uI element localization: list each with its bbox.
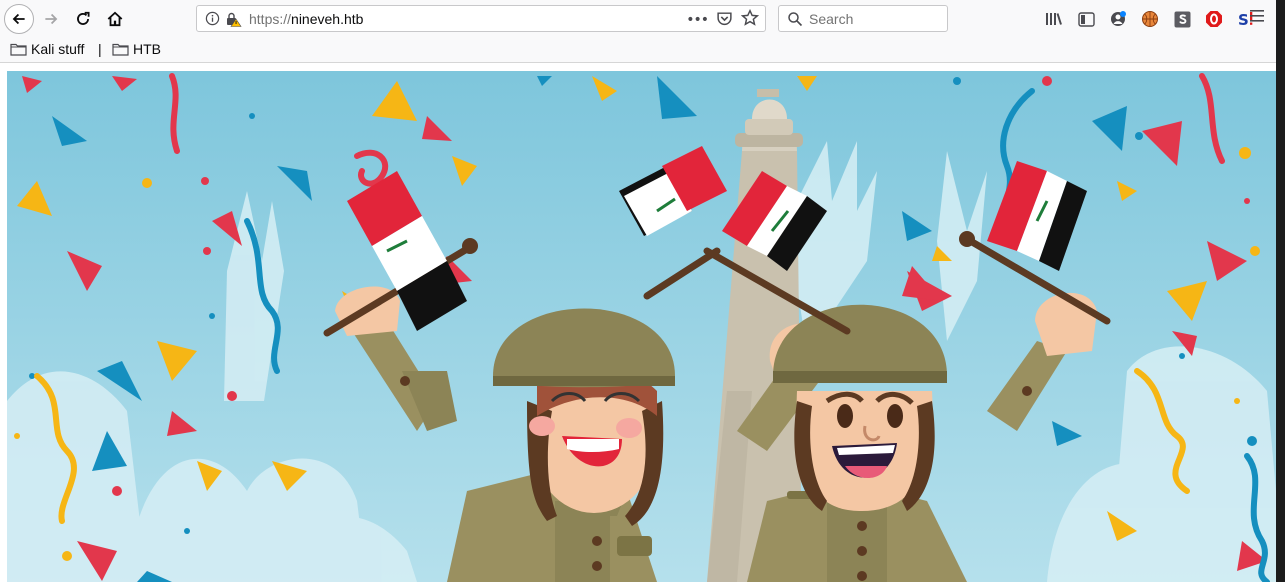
celebration-illustration: [7, 71, 1276, 582]
url-text[interactable]: https://nineveh.htb: [249, 11, 363, 27]
svg-text:S: S: [1238, 11, 1249, 28]
folder-icon: [112, 43, 129, 56]
bookmark-folder-kali-stuff[interactable]: Kali stuff: [10, 41, 84, 57]
page-content: [0, 63, 1285, 582]
info-icon[interactable]: [205, 11, 220, 30]
toolbar-right-icons: S: [1044, 8, 1256, 30]
forward-button[interactable]: [36, 4, 66, 34]
hero-illustration: [7, 71, 1276, 582]
bookmark-folder-htb[interactable]: HTB: [112, 41, 161, 57]
search-placeholder: Search: [809, 11, 854, 27]
extension-adblock-icon[interactable]: [1204, 9, 1224, 29]
url-actions: •••: [686, 8, 760, 31]
sidebar-icon[interactable]: [1076, 9, 1096, 29]
bookmark-star-icon[interactable]: [740, 8, 760, 31]
back-button[interactable]: [4, 4, 34, 34]
pocket-icon[interactable]: [716, 10, 733, 31]
arrow-right-icon: [45, 13, 58, 25]
url-scheme: https://: [249, 11, 292, 27]
url-bar[interactable]: https://nineveh.htb •••: [196, 5, 766, 32]
page-actions-menu-button[interactable]: •••: [686, 12, 709, 28]
home-icon: [107, 11, 123, 27]
adjacent-terminal-edge: [1276, 0, 1285, 582]
home-button[interactable]: [100, 4, 130, 34]
search-bar[interactable]: Search: [778, 5, 948, 32]
reload-icon: [77, 11, 90, 25]
library-icon[interactable]: [1044, 9, 1064, 29]
hamburger-menu-icon: [1250, 10, 1264, 22]
hamburger-menu-button[interactable]: [1250, 8, 1270, 28]
folder-icon: [10, 43, 27, 56]
insecure-lock-icon[interactable]: [225, 11, 242, 31]
extension-basketball-icon[interactable]: [1140, 9, 1160, 29]
arrow-left-icon: [12, 13, 25, 25]
url-host: nineveh.htb: [291, 11, 364, 27]
reload-button[interactable]: [68, 4, 98, 34]
bookmark-label: Kali stuff: [31, 41, 85, 57]
bookmarks-toolbar: Kali stuff | HTB: [0, 38, 1285, 63]
search-icon: [787, 11, 803, 31]
bookmark-label: HTB: [133, 41, 161, 57]
account-sync-icon[interactable]: [1108, 9, 1128, 29]
extension-s-gray-icon[interactable]: [1172, 9, 1192, 29]
bookmark-separator: |: [98, 41, 102, 57]
browser-toolbar: https://nineveh.htb ••• Search S: [0, 0, 1285, 38]
